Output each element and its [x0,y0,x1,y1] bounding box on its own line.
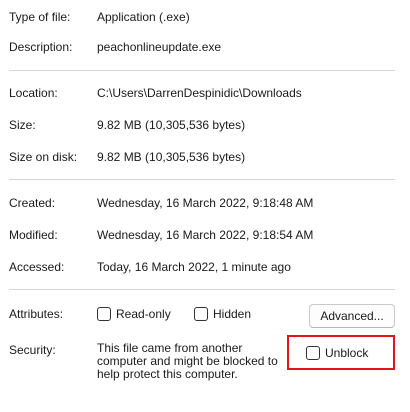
size-label: Size: [9,118,36,132]
size-value: 9.82 MB (10,305,536 bytes) [97,118,246,132]
modified-value: Wednesday, 16 March 2022, 9:18:54 AM [97,228,314,242]
accessed-label: Accessed: [9,260,65,274]
type-of-file-value: Application (.exe) [97,10,190,24]
security-message: This file came from another computer and… [97,342,297,381]
read-only-checkbox[interactable]: Read-only [97,306,171,322]
size-on-disk-value: 9.82 MB (10,305,536 bytes) [97,150,246,164]
unblock-checkbox[interactable]: Unblock [306,345,368,361]
location-value: C:\Users\DarrenDespinidic\Downloads [97,86,302,100]
hidden-label: Hidden [213,307,252,321]
security-label: Security: [9,343,56,357]
advanced-button[interactable]: Advanced... [309,304,395,328]
size-on-disk-label: Size on disk: [9,150,78,164]
divider [9,179,395,180]
accessed-value: Today, 16 March 2022, 1 minute ago [97,260,291,274]
read-only-label: Read-only [116,307,171,321]
modified-label: Modified: [9,228,58,242]
description-label: Description: [9,40,73,54]
file-properties-general-panel: Type of file: Application (.exe) Descrip… [0,0,410,412]
description-value: peachonlineupdate.exe [97,40,222,54]
created-value: Wednesday, 16 March 2022, 9:18:48 AM [97,196,314,210]
checkbox-square-icon[interactable] [97,307,111,321]
created-label: Created: [9,196,56,210]
unblock-label: Unblock [325,346,369,360]
checkbox-square-icon[interactable] [194,307,208,321]
checkbox-square-icon[interactable] [306,346,320,360]
security-message-line: help protect this computer. [97,367,238,381]
divider [9,289,395,290]
hidden-checkbox[interactable]: Hidden [194,306,251,322]
divider [9,70,395,71]
attributes-label: Attributes: [9,307,64,321]
location-label: Location: [9,86,58,100]
type-of-file-label: Type of file: [9,10,71,24]
